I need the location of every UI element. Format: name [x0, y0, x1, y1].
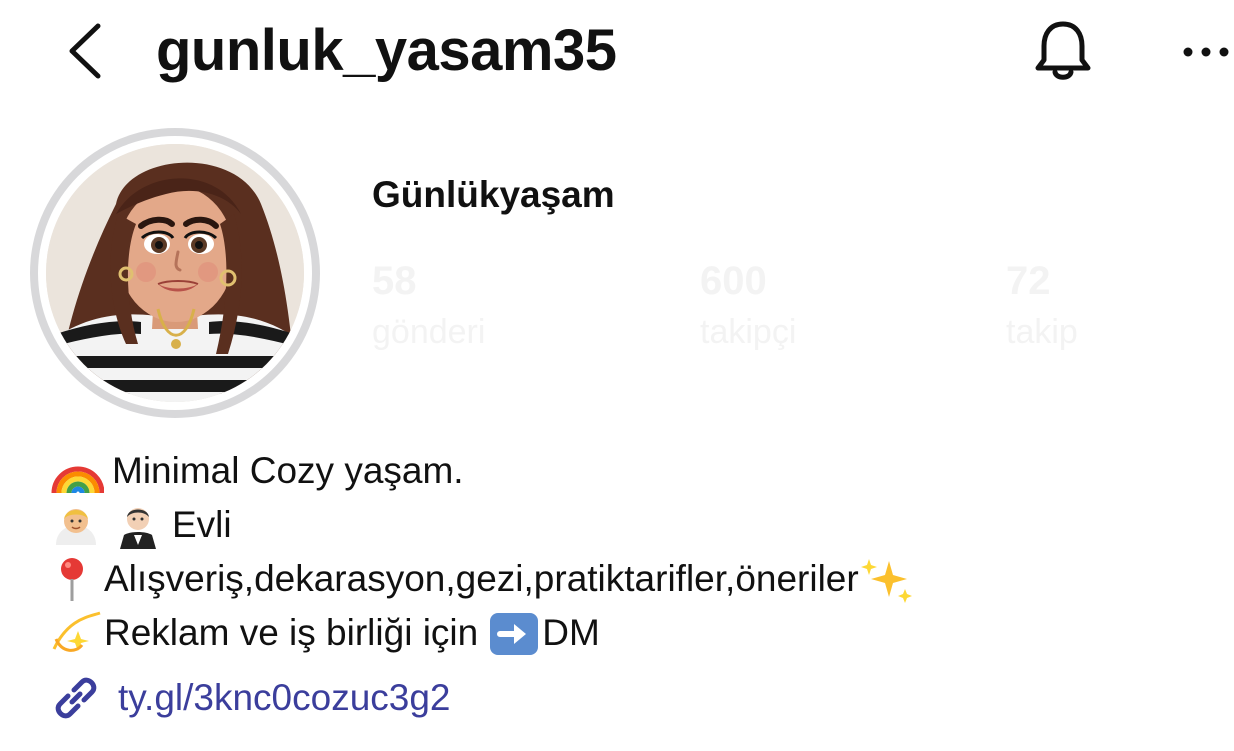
bride-icon	[48, 501, 110, 549]
stat-value: 600	[700, 259, 767, 303]
bell-icon	[1035, 21, 1091, 80]
groom-icon	[110, 501, 172, 549]
bio-text: Evli	[172, 504, 232, 545]
chevron-left-icon	[69, 23, 101, 79]
notifications-button[interactable]	[1028, 16, 1098, 86]
profile-header: gunluk_yasam35	[0, 0, 1234, 110]
stat-label: takipçi	[700, 313, 797, 351]
rainbow-icon	[48, 447, 104, 495]
avatar-ring[interactable]	[30, 128, 320, 418]
back-button[interactable]	[62, 20, 112, 82]
profile-link[interactable]: ty.gl/3knc0cozuc3g2	[48, 668, 451, 728]
pushpin-icon	[48, 555, 104, 603]
right-arrow-icon	[486, 609, 542, 657]
stat-label: gönderi	[372, 313, 486, 351]
stat-posts[interactable]: 58 gönderi	[372, 256, 485, 354]
bio-line: Evli	[48, 498, 1208, 552]
bio-line: Reklam ve iş birliği için DM	[48, 606, 1208, 660]
stat-following[interactable]: 72 takip	[1006, 256, 1078, 354]
bio-line: Alışveriş,dekarasyon,gezi,pratiktarifler…	[48, 552, 1208, 606]
bio-line: Minimal Cozy yaşam.	[48, 444, 1208, 498]
stat-followers[interactable]: 600 takipçi	[700, 256, 796, 354]
profile-bio: Minimal Cozy yaşam. Evli Alışveriş,dekar…	[48, 444, 1208, 660]
avatar-illustration	[46, 144, 304, 402]
profile-username: gunluk_yasam35	[156, 18, 617, 83]
more-options-button[interactable]	[1178, 34, 1234, 70]
stat-value: 72	[1006, 259, 1051, 303]
ellipsis-icon	[1183, 47, 1229, 57]
profile-display-name: Günlükyaşam	[372, 174, 615, 215]
avatar	[46, 144, 304, 402]
bio-dm-text: DM	[542, 612, 600, 653]
link-text[interactable]: ty.gl/3knc0cozuc3g2	[118, 671, 451, 725]
stat-label: takip	[1006, 313, 1078, 351]
bio-text: Minimal Cozy yaşam.	[112, 450, 464, 491]
bio-text: Reklam ve iş birliği için	[104, 612, 479, 653]
sparkles-icon	[859, 555, 915, 603]
bio-text: Alışveriş,dekarasyon,gezi,pratiktarifler…	[104, 558, 859, 599]
stat-value: 58	[372, 259, 417, 303]
dizzy-icon	[48, 609, 104, 657]
link-icon	[55, 677, 97, 719]
